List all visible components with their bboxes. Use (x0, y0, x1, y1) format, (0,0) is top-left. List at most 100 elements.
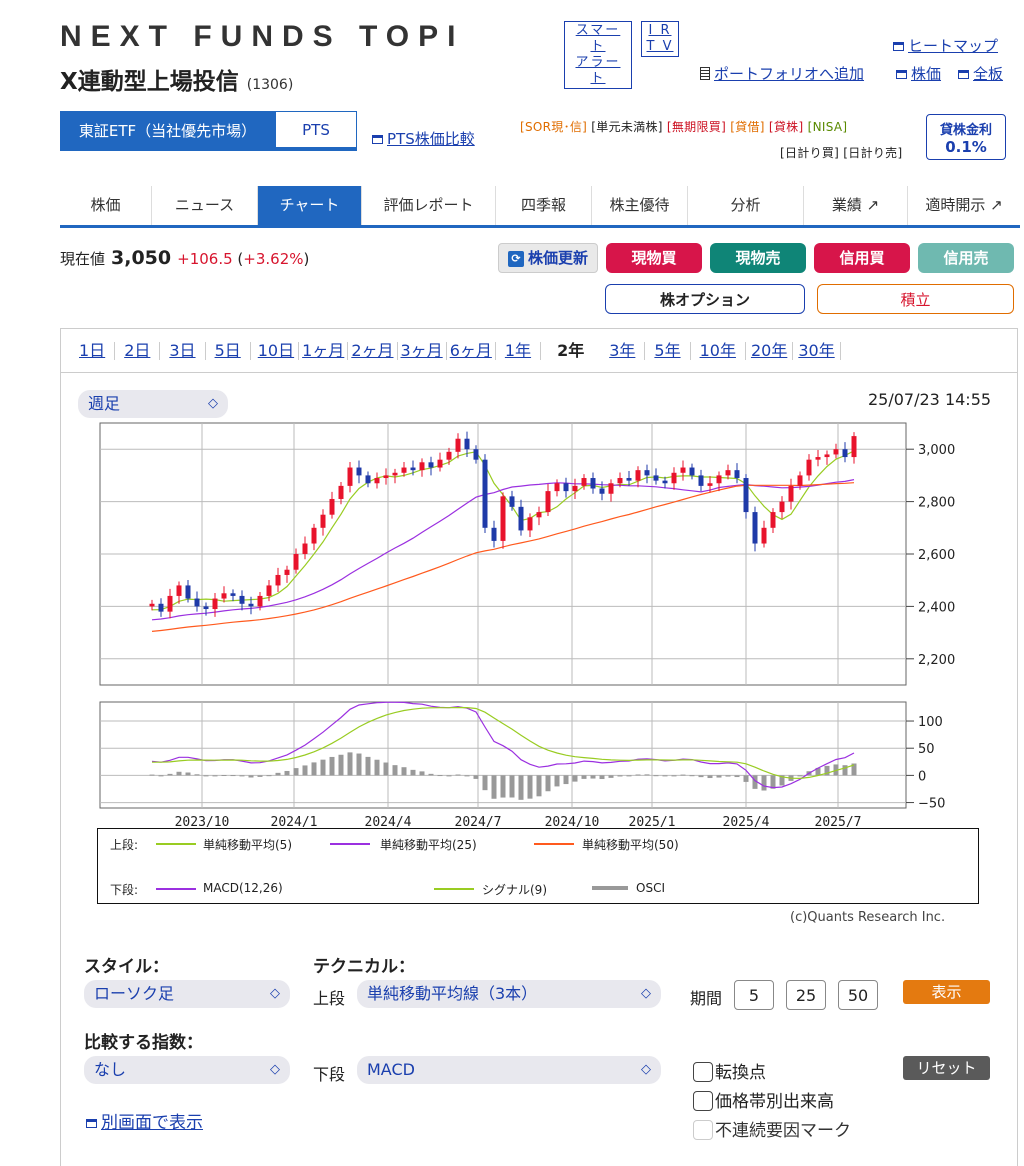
candle-body (185, 585, 191, 599)
refresh-icon: ⟳ (507, 251, 524, 267)
period-5d[interactable]: 5日 (206, 342, 251, 360)
osci-bar (599, 775, 605, 780)
price-chart[interactable]: 2023/10 2024/1 2024/4 2024/7 2024/10 2025/1 20… (60, 415, 1018, 835)
period-5y[interactable]: 5年 (645, 342, 691, 360)
tab-shikiho[interactable]: 四季報 (496, 186, 592, 225)
tab-rating-report[interactable]: 評価レポート (362, 186, 496, 225)
osci-bar (158, 775, 164, 777)
tab-shareholder-benefits[interactable]: 株主優待 (592, 186, 688, 225)
y-tick-label: 2,600 (918, 548, 955, 563)
discontinuity-checkbox[interactable] (693, 1120, 713, 1140)
osci-bar (653, 775, 659, 777)
show-button[interactable]: 表示 (903, 980, 990, 1004)
style-select[interactable]: ローソク足 ◇ (84, 980, 290, 1008)
candle-body (221, 593, 227, 599)
current-price: 3,050 (111, 247, 172, 269)
discontinuity-option[interactable]: 不連続要因マーク (693, 1116, 851, 1141)
period-30y[interactable]: 30年 (793, 342, 841, 360)
market-tab-pts[interactable]: PTS (275, 111, 357, 151)
legend-macd: MACD(12,26) (203, 881, 283, 895)
portfolio-add-link[interactable]: ポートフォリオへ追加 (700, 63, 864, 84)
tab-stock-price[interactable]: 株価 (60, 186, 152, 225)
tab-earnings[interactable]: 業績 ↗ (804, 186, 908, 225)
legend-sma50-swatch (534, 843, 574, 845)
y-tick-label: −50 (918, 797, 945, 812)
osci-bar (797, 775, 803, 777)
trade-tags-line1: [SOR現･信] [単元未満株] [無期限買] [貸借] [貸株] [NISA] (520, 118, 847, 135)
volume-by-price-option[interactable]: 価格帯別出来高 (693, 1087, 834, 1112)
buy-margin-button[interactable]: 信用買 (814, 243, 910, 273)
ir-tv-link[interactable]: I R T V (641, 21, 679, 57)
stock-price-label: 株価 (911, 65, 942, 83)
separate-window-link[interactable]: 別画面で表示 (86, 1108, 203, 1133)
candle-body (203, 606, 209, 610)
period-1y[interactable]: 1年 (496, 342, 542, 360)
candle-body (302, 543, 308, 554)
period-input-3[interactable]: 50 (838, 980, 878, 1010)
period-input-2[interactable]: 25 (786, 980, 826, 1010)
candle-body (311, 527, 317, 544)
candle-body (752, 512, 758, 544)
osci-bar (743, 775, 749, 782)
chevron-updown-icon: ◇ (641, 1062, 651, 1077)
osci-bar (212, 775, 218, 777)
period-10d[interactable]: 10日 (251, 342, 300, 360)
buy-spot-button[interactable]: 現物買 (606, 243, 702, 273)
candle-body (464, 438, 470, 450)
period-1d[interactable]: 1日 (70, 342, 116, 360)
candle-body (446, 451, 452, 460)
stock-option-button[interactable]: 株オプション (605, 284, 805, 314)
stock-price-window-link[interactable]: 株価 (896, 63, 941, 84)
tab-analysis[interactable]: 分析 (688, 186, 804, 225)
lower-technical-select[interactable]: MACD ◇ (357, 1056, 661, 1084)
volume-by-price-checkbox[interactable] (693, 1091, 713, 1111)
osci-bar (626, 775, 632, 777)
turning-point-option[interactable]: 転換点 (693, 1058, 766, 1083)
period-2d[interactable]: 2日 (115, 342, 161, 360)
lending-rate-value: 0.1% (945, 138, 987, 156)
period-1m[interactable]: 1ヶ月 (299, 342, 349, 360)
period-2m[interactable]: 2ヶ月 (348, 342, 398, 360)
tab-news[interactable]: ニュース (152, 186, 258, 225)
candle-body (842, 449, 848, 458)
period-3d[interactable]: 3日 (160, 342, 206, 360)
refresh-price-button[interactable]: ⟳ 株価更新 (498, 243, 598, 273)
candle-body (851, 436, 857, 458)
tag-unlimited: [無期限買] (666, 120, 727, 134)
interval-select[interactable]: 週足 ◇ (78, 390, 228, 418)
smart-alert-link[interactable]: スマート アラート (564, 21, 632, 89)
period-10y[interactable]: 10年 (691, 342, 746, 360)
turning-point-checkbox[interactable] (693, 1062, 713, 1082)
technical-label: テクニカル： (313, 957, 415, 977)
osci-bar (617, 775, 623, 777)
pts-compare-link[interactable]: PTS株価比較 (372, 128, 475, 149)
lending-rate-box[interactable]: 貸株金利 0.1% (926, 114, 1006, 160)
y-tick-label: 50 (918, 742, 935, 757)
period-20y[interactable]: 20年 (746, 342, 794, 360)
full-board-link[interactable]: 全板 (958, 63, 1003, 84)
y-tick-label: 0 (918, 769, 926, 784)
market-tab-tse[interactable]: 東証ETF（当社優先市場） (60, 111, 275, 151)
compare-index-select[interactable]: なし ◇ (84, 1056, 290, 1084)
osci-bar (536, 775, 542, 797)
upper-technical-select[interactable]: 単純移動平均線（3本） ◇ (357, 980, 661, 1008)
accumulate-button[interactable]: 積立 (817, 284, 1014, 314)
chevron-updown-icon: ◇ (641, 986, 651, 1001)
period-3y[interactable]: 3年 (600, 342, 646, 360)
period-2y[interactable]: 2年 (541, 342, 600, 360)
sell-spot-button[interactable]: 現物売 (710, 243, 806, 273)
reset-button[interactable]: リセット (903, 1056, 990, 1080)
period-3m[interactable]: 3ヶ月 (398, 342, 447, 360)
osci-bar (734, 775, 740, 778)
tab-chart[interactable]: チャート (258, 186, 362, 225)
candle-body (536, 512, 542, 518)
candle-body (689, 467, 695, 476)
period-input-1[interactable]: 5 (734, 980, 774, 1010)
tab-disclosure[interactable]: 適時開示 ↗ (908, 186, 1020, 225)
heatmap-link[interactable]: ヒートマップ (893, 35, 998, 56)
compare-index-label: 比較する指数： (84, 1033, 203, 1053)
osci-bar (239, 775, 245, 777)
sell-margin-button[interactable]: 信用売 (918, 243, 1014, 273)
osci-bar (419, 771, 425, 776)
period-6m[interactable]: 6ヶ月 (447, 342, 496, 360)
